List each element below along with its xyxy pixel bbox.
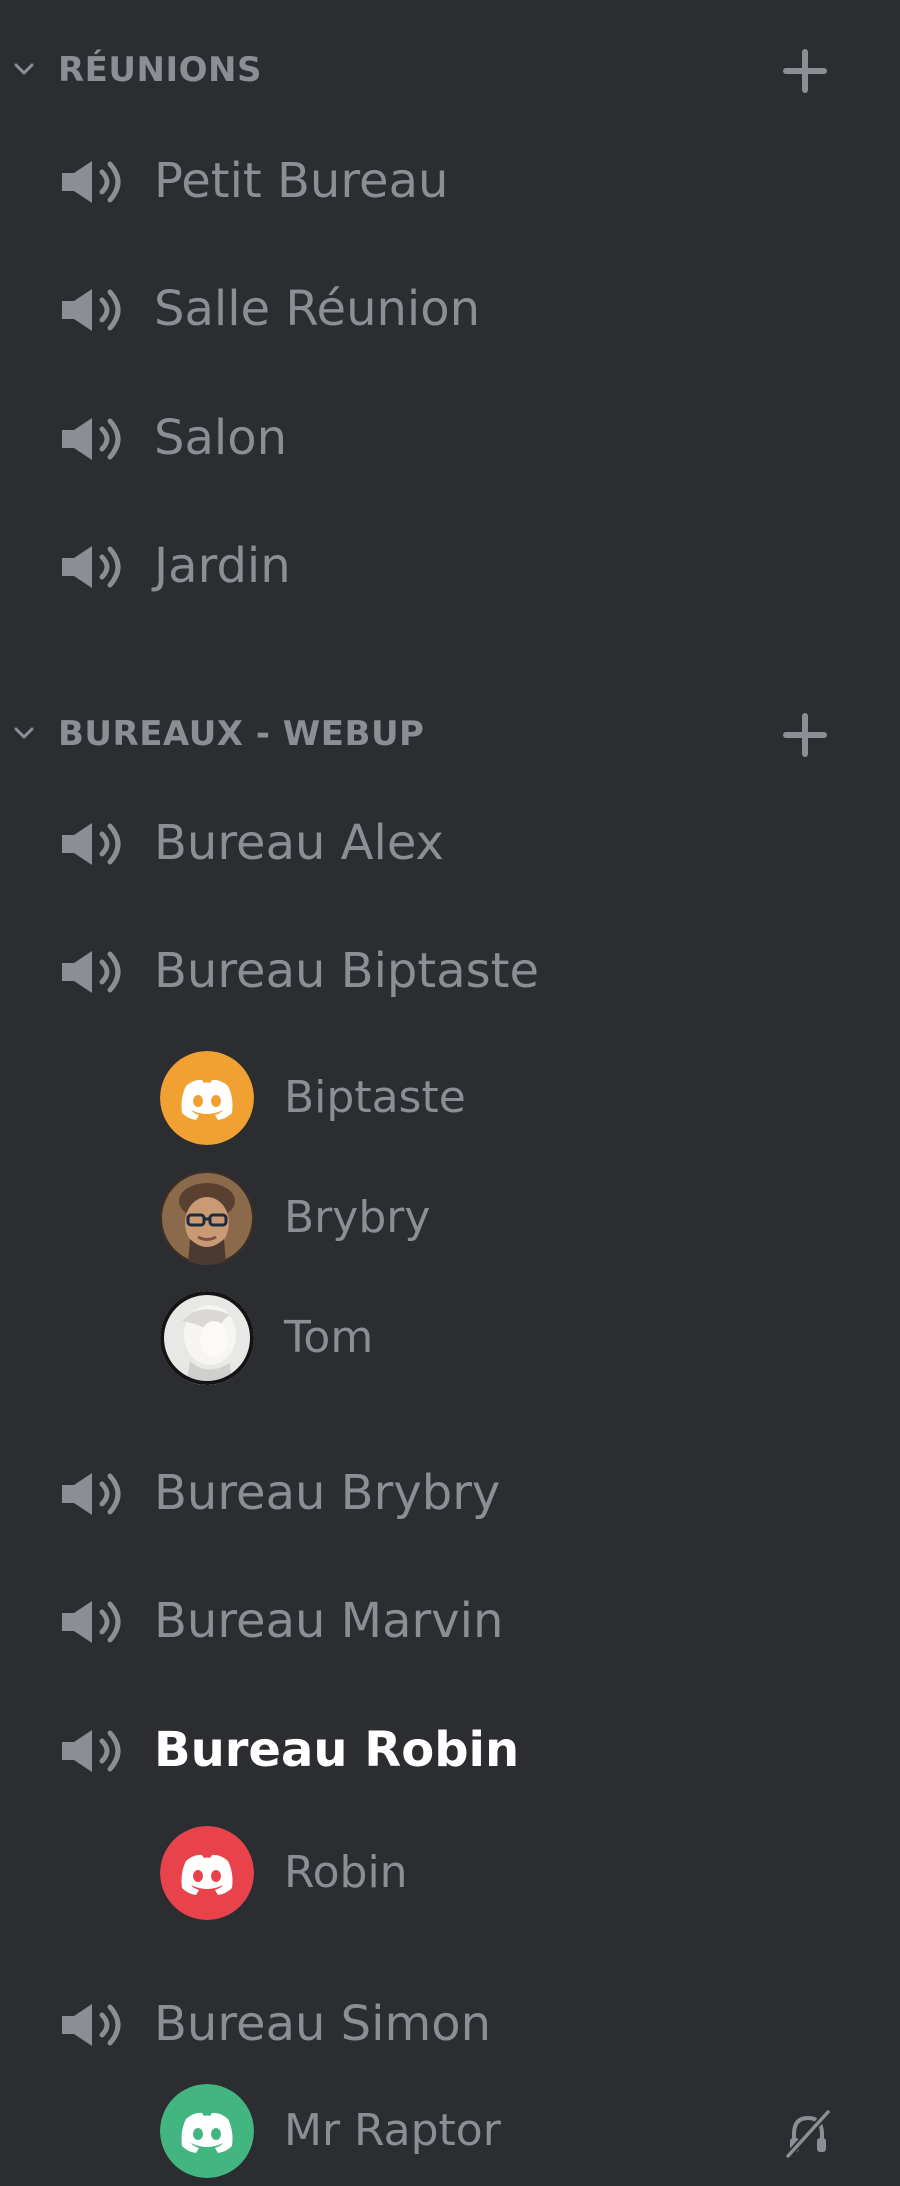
channel-salle-reunion[interactable]: Salle Réunion (0, 259, 900, 359)
channel-name: Bureau Alex (154, 815, 444, 871)
avatar (160, 2084, 254, 2178)
create-channel-button[interactable] (775, 43, 835, 97)
channel-name: Bureau Marvin (154, 1593, 504, 1649)
channel-salon[interactable]: Salon (0, 388, 900, 488)
speaker-icon (62, 418, 121, 460)
create-channel-button[interactable] (775, 707, 835, 761)
speaker-icon (62, 1473, 121, 1515)
channel-name: Salon (154, 410, 288, 466)
category-label: RÉUNIONS (58, 50, 262, 90)
category-reunions[interactable]: RÉUNIONS (0, 35, 900, 105)
discord-logo-icon (160, 1826, 254, 1920)
discord-logo-icon (160, 1051, 254, 1145)
channel-bureau-alex[interactable]: Bureau Alex (0, 793, 900, 893)
channel-bureau-brybry[interactable]: Bureau Brybry (0, 1443, 900, 1543)
discord-logo-icon (160, 2084, 254, 2178)
speaker-icon (62, 1730, 121, 1772)
speaker-icon (62, 161, 121, 203)
voice-member-tom[interactable]: Tom (0, 1283, 900, 1393)
speaker-icon (62, 823, 121, 865)
voice-member-biptaste[interactable]: Biptaste (0, 1043, 900, 1153)
voice-member-mr-raptor[interactable]: Mr Raptor (0, 2076, 900, 2186)
speaker-icon (62, 2004, 121, 2046)
avatar (160, 1291, 254, 1385)
user-photo-icon (160, 1171, 254, 1265)
channel-bureau-robin[interactable]: Bureau Robin (0, 1700, 900, 1800)
channel-bureau-marvin[interactable]: Bureau Marvin (0, 1571, 900, 1671)
avatar (160, 1171, 254, 1265)
voice-member-robin[interactable]: Robin (0, 1818, 900, 1928)
avatar (160, 1826, 254, 1920)
channel-name: Jardin (154, 538, 291, 594)
member-name: Mr Raptor (284, 2105, 501, 2156)
category-bureaux-webup[interactable]: BUREAUX - WEBUP (0, 699, 900, 769)
speaker-icon (62, 951, 121, 993)
category-label: BUREAUX - WEBUP (58, 714, 425, 754)
channel-name: Salle Réunion (154, 281, 481, 337)
channel-jardin[interactable]: Jardin (0, 516, 900, 616)
channel-petit-bureau[interactable]: Petit Bureau (0, 131, 900, 231)
channel-name: Bureau Biptaste (154, 943, 539, 999)
avatar (160, 1051, 254, 1145)
speaker-icon (62, 546, 121, 588)
member-name: Tom (284, 1312, 374, 1363)
member-name: Robin (284, 1847, 408, 1898)
speaker-icon (62, 289, 121, 331)
channel-name: Bureau Robin (154, 1722, 520, 1778)
channel-name: Bureau Simon (154, 1996, 492, 2052)
deafened-icon (785, 2109, 831, 2159)
channel-name: Petit Bureau (154, 153, 449, 209)
chevron-down-icon[interactable] (10, 35, 40, 105)
channel-bureau-simon[interactable]: Bureau Simon (0, 1974, 900, 2074)
chevron-down-icon[interactable] (10, 699, 40, 769)
member-name: Brybry (284, 1192, 431, 1243)
member-name: Biptaste (284, 1072, 466, 1123)
voice-member-brybry[interactable]: Brybry (0, 1163, 900, 1273)
channel-name: Bureau Brybry (154, 1465, 501, 1521)
channel-bureau-biptaste[interactable]: Bureau Biptaste (0, 921, 900, 1021)
user-photo-icon (160, 1291, 254, 1385)
speaker-icon (62, 1601, 121, 1643)
